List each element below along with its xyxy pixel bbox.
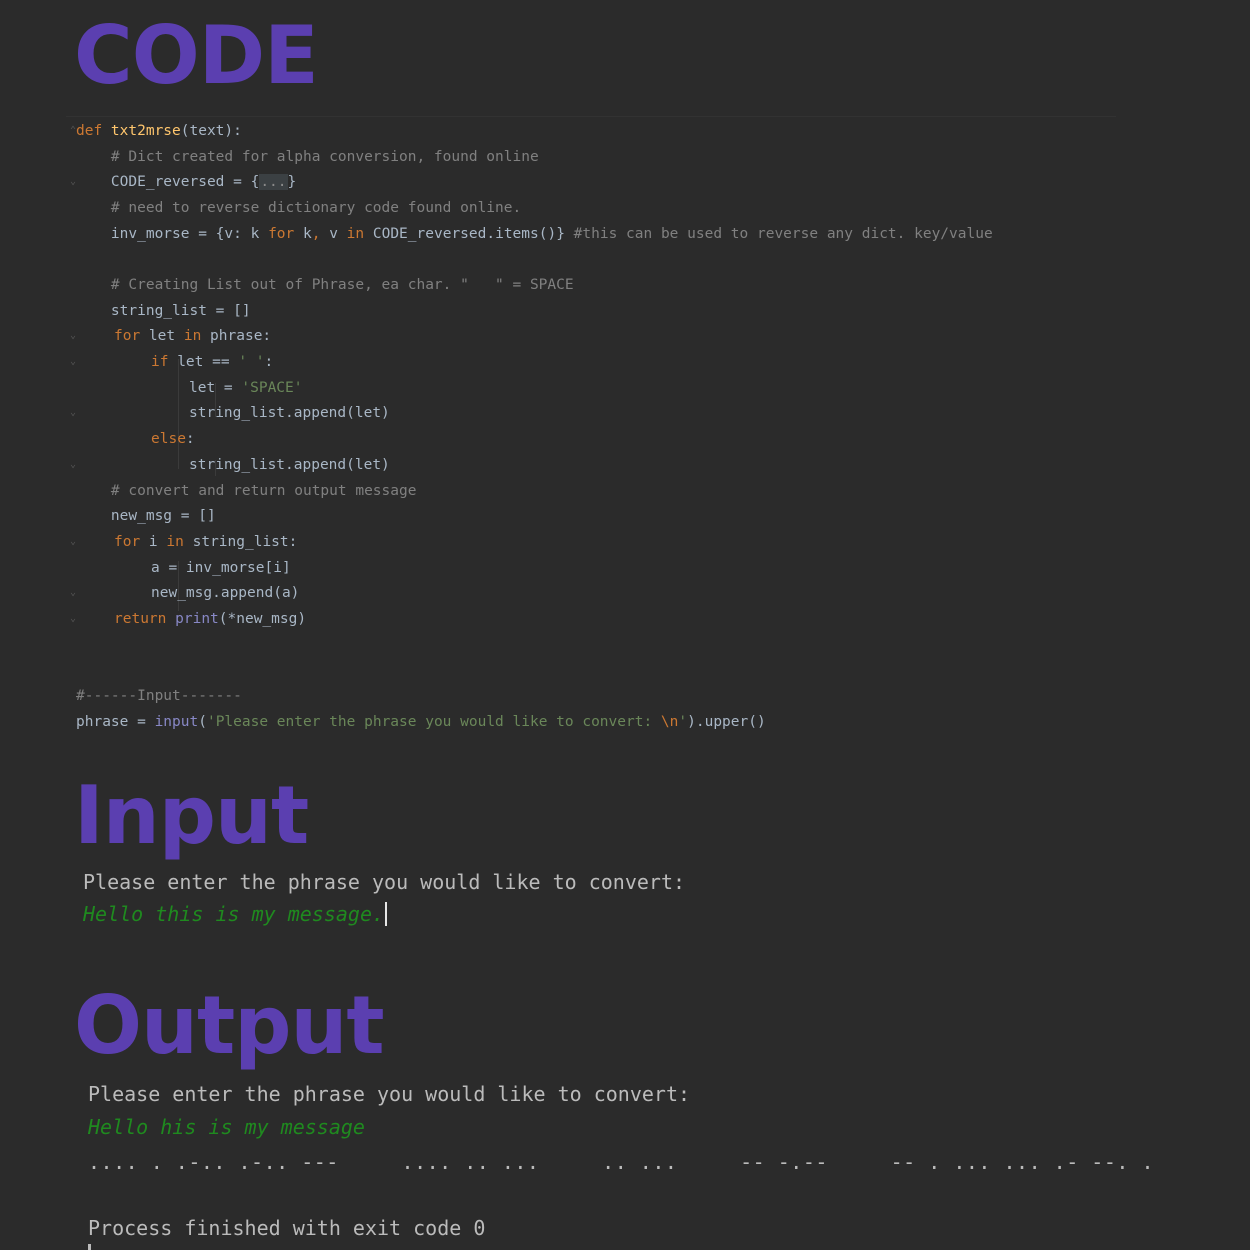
string-literal: ' ' (238, 354, 265, 370)
code-text: let (140, 328, 184, 344)
code-line[interactable]: CODE_reversed = {...} (76, 170, 296, 194)
code-text: string_list: (183, 534, 298, 550)
code-line[interactable]: for let in phrase: (114, 324, 271, 348)
code-text: v (320, 226, 347, 242)
code-text: inv_morse = {v: k (76, 226, 269, 242)
keyword: in (166, 534, 184, 550)
code-line[interactable]: def txt2mrse(text): (76, 119, 242, 143)
code-line[interactable]: return print(*new_msg) (114, 607, 306, 631)
code-comment[interactable]: # need to reverse dictionary code found … (76, 196, 521, 220)
code-comment[interactable]: # Dict created for alpha conversion, fou… (76, 145, 539, 169)
code-line[interactable]: let = 'SPACE' (189, 376, 303, 400)
fold-marker-icon[interactable]: ⌄ (70, 607, 76, 631)
text-caret (385, 902, 388, 926)
process-finished-message: Process finished with exit code 0 (88, 1216, 486, 1240)
output-console-echo: Hello his is my message (88, 1115, 365, 1139)
code-text: : (185, 431, 195, 447)
output-morse-code: .... . .-.. .-.. --- .... .. ... .. ... … (88, 1150, 1154, 1174)
code-line[interactable]: string_list.append(let) (189, 401, 390, 425)
builtin-function: print (175, 611, 219, 627)
escape-sequence: \n (660, 714, 679, 730)
keyword: in (346, 226, 365, 242)
code-text: : (264, 354, 274, 370)
code-line[interactable]: a = inv_morse[i] (151, 556, 291, 580)
keyword: in (183, 328, 202, 344)
fold-marker-icon[interactable]: ⌄ (70, 530, 76, 554)
code-comment: #this can be used to reverse any dict. k… (573, 226, 993, 242)
code-line[interactable]: for i in string_list: (114, 530, 297, 554)
code-editor[interactable]: ⌃ ⌄ ⌄ ⌄ ⌄ ⌄ ⌄ ⌄ ⌄ def txt2mrse(text): # … (66, 116, 1116, 737)
code-heading: CODE (74, 9, 319, 102)
keyword: else (151, 431, 186, 447)
keyword: if (151, 354, 169, 370)
builtin-function: input (154, 714, 199, 730)
fold-marker-icon[interactable]: ⌄ (70, 401, 76, 425)
code-text: k (294, 226, 312, 242)
typed-text: Hello this is my message. (83, 902, 385, 926)
code-text: (*new_msg) (218, 611, 307, 627)
input-console-prompt: Please enter the phrase you would like t… (83, 870, 686, 894)
code-line[interactable]: string_list = [] (76, 299, 251, 323)
code-text: ( (198, 714, 207, 730)
code-text: let = (189, 380, 242, 396)
input-heading: Input (74, 769, 309, 862)
code-text: phrase = (76, 714, 155, 730)
fold-marker-icon[interactable]: ⌄ (70, 453, 76, 477)
code-text: i (140, 534, 167, 550)
code-text: } (287, 174, 297, 190)
screenshot-page: CODE ⌃ ⌄ ⌄ ⌄ ⌄ ⌄ ⌄ ⌄ ⌄ def txt2mrse(text… (0, 0, 1250, 1250)
fold-marker-icon[interactable]: ⌄ (70, 324, 76, 348)
code-text: (text): (180, 123, 242, 139)
indent-guide (178, 359, 179, 469)
code-text: CODE_reversed = { (76, 174, 260, 190)
string-literal: 'SPACE' (241, 380, 303, 396)
folded-region[interactable]: ... (259, 174, 288, 190)
code-line[interactable]: if let == ' ': (151, 350, 273, 374)
keyword: def (76, 123, 111, 139)
code-text: let == (168, 354, 239, 370)
string-literal: ' (678, 714, 688, 730)
fold-marker-icon[interactable]: ⌄ (70, 581, 76, 605)
fold-marker-icon[interactable]: ⌄ (70, 350, 76, 374)
code-comment[interactable]: # convert and return output message (76, 479, 417, 503)
code-comment[interactable]: #------Input------- (76, 684, 242, 708)
keyword: for (114, 534, 141, 550)
keyword: for (268, 226, 295, 242)
function-name: txt2mrse (110, 123, 181, 139)
input-console-typed[interactable]: Hello this is my message. (83, 902, 388, 926)
keyword: return (114, 611, 167, 627)
code-line[interactable]: new_msg = [] (76, 504, 216, 528)
code-line[interactable]: new_msg.append(a) (151, 581, 299, 605)
code-line[interactable]: else: (151, 427, 195, 451)
keyword: for (114, 328, 141, 344)
code-line[interactable]: string_list.append(let) (189, 453, 390, 477)
code-comment[interactable]: # Creating List out of Phrase, ea char. … (76, 273, 574, 297)
code-text: ).upper() (687, 714, 766, 730)
output-heading: Output (74, 979, 385, 1072)
code-text: CODE_reversed.items()} (364, 226, 574, 242)
console-cursor (88, 1244, 91, 1250)
code-text: phrase: (201, 328, 272, 344)
string-literal: 'Please enter the phrase you would like … (206, 714, 661, 730)
code-line[interactable]: phrase = input('Please enter the phrase … (76, 710, 766, 734)
output-console-prompt: Please enter the phrase you would like t… (88, 1082, 691, 1106)
code-line[interactable]: inv_morse = {v: k for k, v in CODE_rever… (76, 222, 993, 246)
